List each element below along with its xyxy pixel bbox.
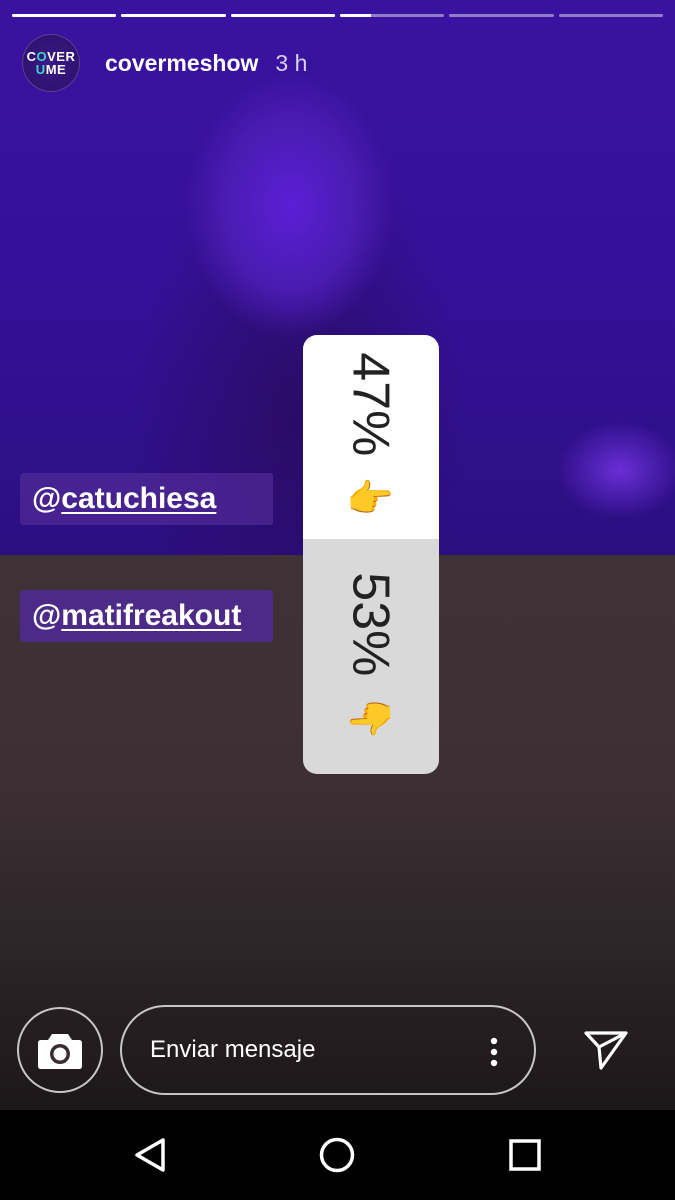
story-progress-bar bbox=[12, 14, 663, 18]
progress-fill bbox=[12, 14, 117, 17]
message-placeholder: Enviar mensaje bbox=[150, 1036, 316, 1063]
mention-handle: matifreakout bbox=[61, 599, 242, 632]
username[interactable]: covermeshow bbox=[105, 50, 258, 77]
progress-segment bbox=[449, 14, 554, 17]
nav-recents-button[interactable] bbox=[480, 1110, 570, 1200]
poll-percent-down: 53% bbox=[342, 571, 400, 676]
progress-segment bbox=[230, 14, 335, 17]
progress-segment bbox=[339, 14, 445, 17]
camera-icon bbox=[38, 1034, 82, 1069]
progress-segment bbox=[12, 14, 117, 17]
poll-option-down[interactable]: 53% 👇 bbox=[303, 539, 439, 774]
mention-sticker-matifreakout[interactable]: @matifreakout bbox=[20, 590, 273, 642]
pointing-down-icon: 👇 bbox=[349, 693, 394, 742]
progress-fill bbox=[230, 14, 335, 17]
story-timestamp: 3 h bbox=[275, 49, 308, 76]
send-message-input[interactable]: Enviar mensaje bbox=[120, 1005, 536, 1095]
pointing-up-icon: 👆 bbox=[349, 474, 394, 522]
progress-segment bbox=[558, 14, 663, 17]
mention-handle: catuchiesa bbox=[61, 482, 217, 515]
nav-home-icon bbox=[319, 1137, 355, 1173]
more-vertical-icon[interactable] bbox=[490, 1037, 498, 1067]
progress-fill bbox=[339, 14, 372, 17]
nav-back-icon bbox=[135, 1138, 165, 1172]
mention-sticker-catuchiesa[interactable]: @catuchiesa bbox=[20, 473, 273, 525]
poll-percent-up: 47% bbox=[342, 352, 400, 457]
progress-fill bbox=[121, 14, 226, 17]
nav-home-button[interactable] bbox=[292, 1110, 382, 1200]
camera-button[interactable] bbox=[17, 1007, 103, 1093]
nav-recents-icon bbox=[509, 1139, 541, 1171]
mention-at: @ bbox=[32, 599, 62, 632]
avatar[interactable]: COVER UME bbox=[22, 34, 80, 92]
story-viewer[interactable]: COVER UME covermeshow 3 h @catuchiesa @m… bbox=[0, 0, 675, 1110]
poll-option-up[interactable]: 47% 👆 bbox=[303, 335, 439, 539]
poll-sticker[interactable]: 47% 👆 53% 👇 bbox=[303, 335, 439, 774]
progress-segment bbox=[121, 14, 226, 17]
send-icon[interactable] bbox=[584, 1030, 628, 1070]
avatar-logo: COVER UME bbox=[26, 49, 76, 77]
android-nav-bar bbox=[0, 1110, 675, 1200]
story-header: COVER UME covermeshow 3 h bbox=[22, 32, 307, 94]
mention-at: @ bbox=[32, 482, 62, 515]
nav-back-button[interactable] bbox=[105, 1110, 195, 1200]
